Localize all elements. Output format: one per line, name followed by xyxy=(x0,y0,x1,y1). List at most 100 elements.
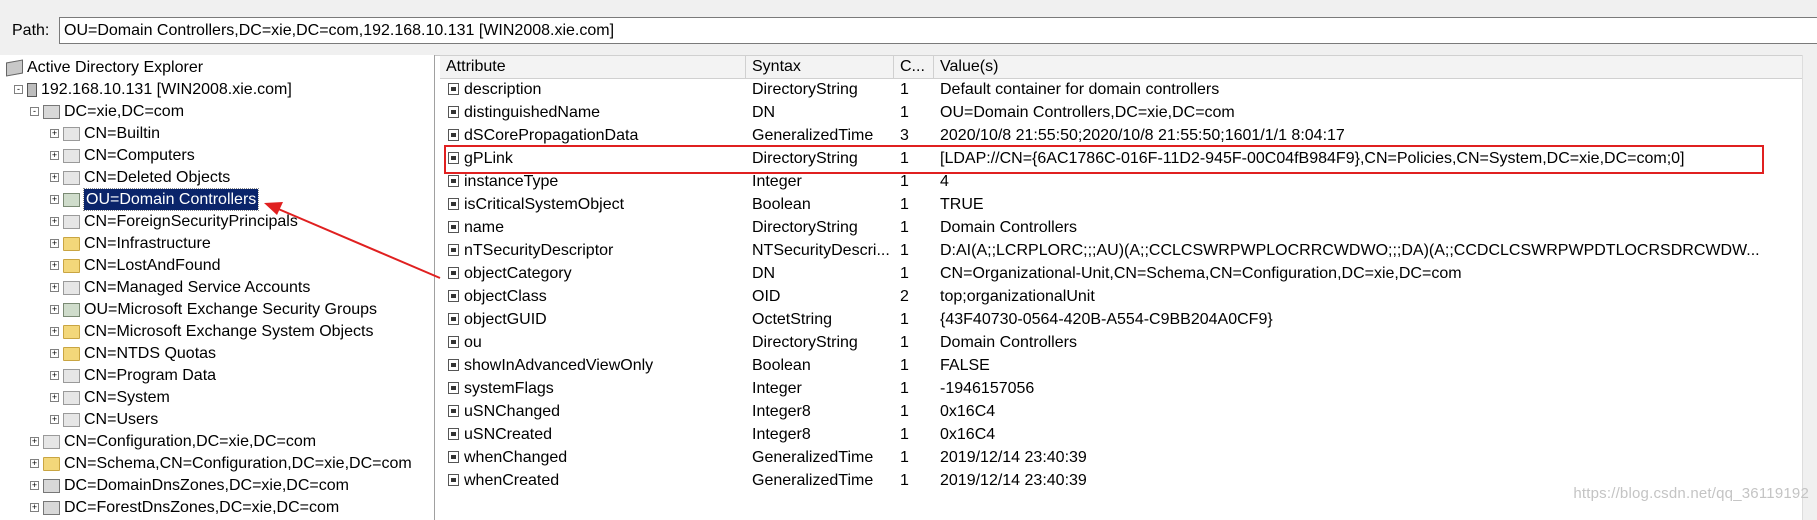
container-icon xyxy=(63,148,80,163)
container-icon xyxy=(63,412,80,427)
table-row[interactable]: uSNChanged Integer8 1 0x16C4 xyxy=(440,400,1817,423)
tree-node[interactable]: + DC=DomainDnsZones,DC=xie,DC=com xyxy=(30,475,349,496)
tree-node[interactable]: + DC=ForestDnsZones,DC=xie,DC=com xyxy=(30,497,339,518)
expand-toggle[interactable]: + xyxy=(50,239,59,248)
column-header-attribute[interactable]: Attribute xyxy=(440,56,746,78)
collapse-toggle[interactable]: - xyxy=(14,85,23,94)
tree-node-label: CN=Program Data xyxy=(84,367,217,384)
tree-node[interactable]: + CN=Users xyxy=(50,409,158,430)
table-row[interactable]: objectClass OID 2 top;organizationalUnit xyxy=(440,285,1817,308)
tree-node[interactable]: - 192.168.10.131 [WIN2008.xie.com] xyxy=(14,79,292,100)
cell-attribute: objectGUID xyxy=(464,311,547,328)
column-header-syntax[interactable]: Syntax xyxy=(746,56,894,78)
cell-value: 2019/12/14 23:40:39 xyxy=(940,449,1087,466)
table-row[interactable]: nTSecurityDescriptor NTSecurityDescri... 1… xyxy=(440,239,1817,262)
table-row[interactable]: systemFlags Integer 1 -1946157056 xyxy=(440,377,1817,400)
tree-node[interactable]: + OU=Domain Controllers xyxy=(50,188,260,211)
expand-toggle[interactable]: + xyxy=(50,129,59,138)
expand-toggle[interactable]: + xyxy=(30,459,39,468)
attribute-icon xyxy=(448,405,459,417)
tree-node[interactable]: + CN=ForeignSecurityPrincipals xyxy=(50,211,298,232)
tree-node[interactable]: + OU=Microsoft Exchange Security Groups xyxy=(50,299,377,320)
expand-toggle[interactable]: + xyxy=(50,371,59,380)
table-row[interactable]: name DirectoryString 1 Domain Controllers xyxy=(440,216,1817,239)
cell-count: 1 xyxy=(900,334,909,351)
expand-toggle[interactable]: + xyxy=(50,283,59,292)
cell-value: FALSE xyxy=(940,357,990,374)
cell-syntax: GeneralizedTime xyxy=(752,127,874,144)
expand-toggle[interactable]: + xyxy=(30,503,39,512)
collapse-toggle[interactable]: - xyxy=(30,107,39,116)
cell-count: 1 xyxy=(900,380,909,397)
tree-node[interactable]: + CN=System xyxy=(50,387,170,408)
cell-count: 1 xyxy=(900,472,909,489)
tree-node-label: 192.168.10.131 [WIN2008.xie.com] xyxy=(41,81,292,98)
attribute-grid[interactable]: Attribute Syntax C... Value(s) descripti… xyxy=(440,55,1817,520)
tree-node[interactable]: + CN=Computers xyxy=(50,145,195,166)
table-row[interactable]: gPLink DirectoryString 1 [LDAP://CN={6AC178… xyxy=(440,147,1817,170)
tree-node[interactable]: + CN=NTDS Quotas xyxy=(50,343,216,364)
vertical-scrollbar[interactable] xyxy=(1802,55,1817,520)
cell-syntax: NTSecurityDescri... xyxy=(752,242,890,259)
tree-node[interactable]: + CN=Microsoft Exchange System Objects xyxy=(50,321,373,342)
column-header-values[interactable]: Value(s) xyxy=(934,56,1817,78)
cell-count: 1 xyxy=(900,81,909,98)
table-row[interactable]: instanceType Integer 1 4 xyxy=(440,170,1817,193)
cell-syntax: DirectoryString xyxy=(752,150,858,167)
path-field[interactable]: OU=Domain Controllers,DC=xie,DC=com,192.… xyxy=(59,17,1817,44)
table-row[interactable]: objectGUID OctetString 1 {43F40730-0564-420… xyxy=(440,308,1817,331)
tree-node-label: CN=Microsoft Exchange System Objects xyxy=(84,323,374,340)
domain-icon xyxy=(43,500,60,515)
table-row[interactable]: whenChanged GeneralizedTime 1 2019/12/14 23… xyxy=(440,446,1817,469)
expand-toggle[interactable]: + xyxy=(30,481,39,490)
cell-value: {43F40730-0564-420B-A554-C9BB204A0CF9} xyxy=(940,311,1273,328)
tree-node[interactable]: + CN=Program Data xyxy=(50,365,216,386)
attribute-icon xyxy=(448,336,459,348)
tree-node-label: OU=Domain Controllers xyxy=(82,188,260,211)
expand-toggle[interactable]: + xyxy=(50,195,59,204)
attribute-icon xyxy=(448,290,459,302)
container-icon xyxy=(63,126,80,141)
table-row[interactable]: description DirectoryString 1 Default conta… xyxy=(440,78,1817,101)
cell-syntax: Integer xyxy=(752,380,802,397)
table-row[interactable]: objectCategory DN 1 CN=Organizational-Unit,… xyxy=(440,262,1817,285)
attribute-icon xyxy=(448,83,459,95)
tree-node[interactable]: + CN=Configuration,DC=xie,DC=com xyxy=(30,431,316,452)
attribute-icon xyxy=(448,198,459,210)
tree-node-label: CN=Builtin xyxy=(84,125,161,142)
container-icon xyxy=(63,368,80,383)
expand-toggle[interactable]: + xyxy=(50,217,59,226)
tree-node[interactable]: + CN=Builtin xyxy=(50,123,160,144)
column-header-count[interactable]: C... xyxy=(894,56,934,78)
tree-node[interactable]: + CN=Schema,CN=Configuration,DC=xie,DC=co… xyxy=(30,453,412,474)
table-row[interactable]: ou DirectoryString 1 Domain Controllers xyxy=(440,331,1817,354)
cell-value: OU=Domain Controllers,DC=xie,DC=com xyxy=(940,104,1235,121)
expand-toggle[interactable]: + xyxy=(50,151,59,160)
cell-syntax: OctetString xyxy=(752,311,833,328)
table-row[interactable]: dSCorePropagationData GeneralizedTime 3 202… xyxy=(440,124,1817,147)
expand-toggle[interactable]: + xyxy=(50,261,59,270)
tree-node[interactable]: + CN=Infrastructure xyxy=(50,233,211,254)
folder-icon xyxy=(63,236,80,251)
expand-toggle[interactable]: + xyxy=(30,437,39,446)
tree-node[interactable]: Active Directory Explorer xyxy=(6,57,203,78)
tree-node[interactable]: + CN=Managed Service Accounts xyxy=(50,277,310,298)
expand-toggle[interactable]: + xyxy=(50,415,59,424)
tree-node[interactable]: - DC=xie,DC=com xyxy=(30,101,184,122)
table-row[interactable]: distinguishedName DN 1 OU=Domain Controller… xyxy=(440,101,1817,124)
tree-node[interactable]: + CN=Deleted Objects xyxy=(50,167,230,188)
table-row[interactable]: uSNCreated Integer8 1 0x16C4 xyxy=(440,423,1817,446)
expand-toggle[interactable]: + xyxy=(50,327,59,336)
tree-node[interactable]: + CN=LostAndFound xyxy=(50,255,221,276)
cell-attribute: gPLink xyxy=(464,150,513,167)
expand-toggle[interactable]: + xyxy=(50,173,59,182)
directory-tree[interactable]: Active Directory Explorer -192.168.10.131… xyxy=(0,55,435,520)
table-row[interactable]: isCriticalSystemObject Boolean 1 TRUE xyxy=(440,193,1817,216)
expand-toggle[interactable]: + xyxy=(50,349,59,358)
expand-toggle[interactable]: + xyxy=(50,393,59,402)
expand-toggle[interactable]: + xyxy=(50,305,59,314)
ou-icon xyxy=(63,302,80,317)
cell-value: [LDAP://CN={6AC1786C-016F-11D2-945F-00C0… xyxy=(940,150,1685,167)
cell-syntax: Integer xyxy=(752,173,802,190)
table-row[interactable]: showInAdvancedViewOnly Boolean 1 FALSE xyxy=(440,354,1817,377)
